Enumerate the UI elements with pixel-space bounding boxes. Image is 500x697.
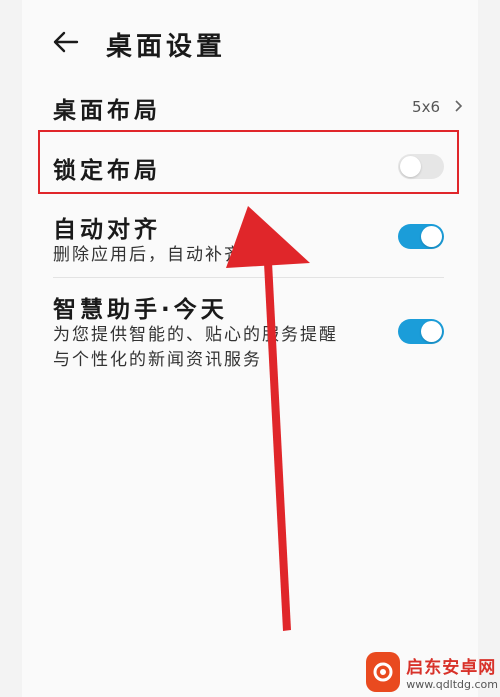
divider (53, 277, 444, 278)
smart-assistant-description-line1: 为您提供智能的、贴心的服务提醒 (53, 325, 338, 345)
arrow-left-icon (53, 31, 79, 53)
desktop-layout-row[interactable]: 桌面布局 5x6 (22, 88, 478, 128)
auto-align-toggle[interactable] (398, 224, 444, 249)
watermark-name: 启东安卓网 (406, 658, 497, 678)
desktop-layout-value: 5x6 (412, 98, 440, 116)
settings-screen: 桌面设置 桌面布局 5x6 锁定布局 自动对齐 删除应用后，自动补齐空位 智慧助… (22, 0, 478, 697)
smart-assistant-row[interactable]: 智慧助手·今天 为您提供智能的、贴心的服务提醒 与个性化的新闻资讯服务 (22, 285, 478, 385)
watermark: 启东安卓网 www.qdltdg.com (366, 647, 498, 697)
watermark-url: www.qdltdg.com (406, 678, 498, 691)
right-margin (478, 0, 500, 697)
chevron-right-icon (455, 100, 463, 112)
smart-assistant-description-line2: 与个性化的新闻资讯服务 (53, 350, 262, 370)
back-button[interactable] (52, 28, 80, 56)
left-margin (0, 0, 22, 697)
page-title: 桌面设置 (106, 32, 227, 62)
auto-align-row[interactable]: 自动对齐 删除应用后，自动补齐空位 (22, 205, 478, 275)
desktop-layout-label: 桌面布局 (53, 98, 161, 124)
auto-align-description: 删除应用后，自动补齐空位 (53, 245, 281, 265)
toggle-knob (421, 321, 442, 342)
watermark-logo-icon (366, 652, 401, 692)
highlight-box (38, 130, 459, 194)
smart-assistant-label: 智慧助手·今天 (53, 297, 228, 323)
toggle-knob (421, 226, 442, 247)
header: 桌面设置 (22, 0, 478, 88)
smart-assistant-toggle[interactable] (398, 319, 444, 344)
auto-align-label: 自动对齐 (53, 217, 161, 243)
